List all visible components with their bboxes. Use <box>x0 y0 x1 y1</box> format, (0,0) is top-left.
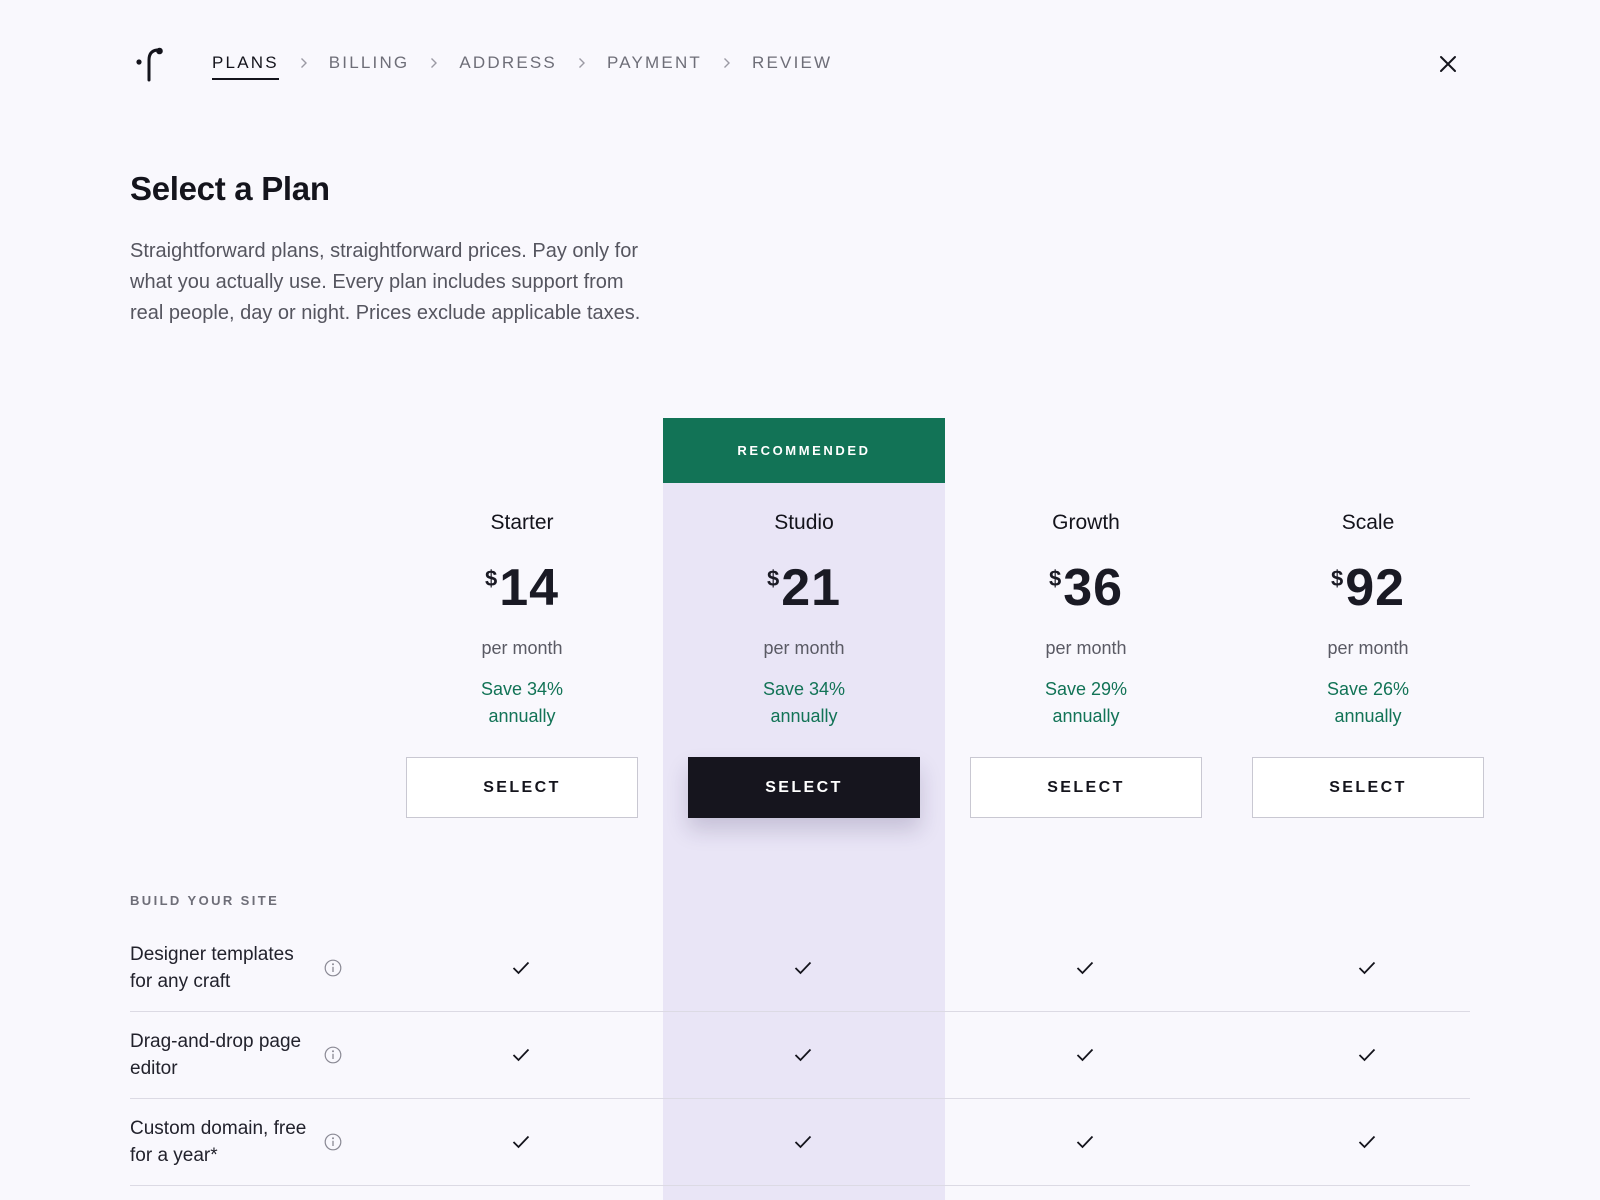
step-address[interactable]: ADDRESS <box>459 50 557 80</box>
billing-period: per month <box>481 638 563 658</box>
currency-symbol: $ <box>484 566 498 591</box>
annual-savings: Save 34% annually <box>480 679 564 726</box>
feature-row: Drag-and-drop page editor <box>130 1012 1470 1099</box>
check-icon <box>512 961 530 975</box>
feature-label: Custom domain, free for a year* <box>130 1118 307 1166</box>
currency-symbol: $ <box>1330 566 1344 591</box>
feature-label: Drag-and-drop page editor <box>130 1031 302 1079</box>
plan-price: $ 21 <box>663 560 945 616</box>
check-icon <box>1076 961 1094 975</box>
checkout-steps: PLANS BILLING ADDRESS PAYMENT REVIEW <box>212 50 832 80</box>
price-amount: 14 <box>499 559 560 617</box>
select-scale-button[interactable]: SELECT <box>1252 757 1484 818</box>
top-navigation: PLANS BILLING ADDRESS PAYMENT REVIEW <box>0 0 1600 128</box>
select-growth-button[interactable]: SELECT <box>970 757 1202 818</box>
brand-logo-icon[interactable] <box>134 44 166 84</box>
check-icon <box>794 1048 812 1062</box>
intro-text: Straightforward plans, straightforward p… <box>130 240 641 324</box>
plan-name: Studio <box>774 511 834 534</box>
step-payment[interactable]: PAYMENT <box>607 50 702 80</box>
step-plans[interactable]: PLANS <box>212 50 279 80</box>
plan-price: $ 14 <box>381 560 663 616</box>
feature-label: Designer templates for any craft <box>130 944 294 992</box>
plan-price: $ 92 <box>1227 560 1509 616</box>
check-icon <box>1076 1135 1094 1149</box>
info-icon[interactable] <box>324 1133 342 1151</box>
feature-section-label: BUILD YOUR SITE <box>130 893 280 908</box>
billing-period: per month <box>1045 638 1127 658</box>
plan-card-studio: Studio $ 21 per month Save 34% annually … <box>663 508 945 818</box>
page-title: Select a Plan <box>130 170 330 207</box>
check-icon <box>1358 1048 1376 1062</box>
step-review[interactable]: REVIEW <box>752 50 832 80</box>
feature-row: Designer templates for any craft <box>130 925 1470 1012</box>
chevron-right-icon <box>722 58 732 72</box>
check-icon <box>512 1135 530 1149</box>
price-amount: 21 <box>781 559 842 617</box>
chevron-right-icon <box>577 58 587 72</box>
close-icon[interactable] <box>1436 52 1460 76</box>
plan-card-growth: Growth $ 36 per month Save 29% annually … <box>945 508 1227 818</box>
plan-card-scale: Scale $ 92 per month Save 26% annually S… <box>1227 508 1509 818</box>
step-billing[interactable]: BILLING <box>329 50 410 80</box>
chevron-right-icon <box>299 58 309 72</box>
select-studio-button[interactable]: SELECT <box>688 757 920 818</box>
currency-symbol: $ <box>766 566 780 591</box>
info-icon[interactable] <box>324 1046 342 1064</box>
check-icon <box>1358 961 1376 975</box>
plan-name: Growth <box>1052 511 1120 534</box>
annual-savings: Save 34% annually <box>762 679 846 726</box>
price-amount: 92 <box>1345 559 1406 617</box>
select-starter-button[interactable]: SELECT <box>406 757 638 818</box>
plan-price: $ 36 <box>945 560 1227 616</box>
check-icon <box>794 961 812 975</box>
billing-period: per month <box>763 638 845 658</box>
plan-card-starter: Starter $ 14 per month Save 34% annually… <box>381 508 663 818</box>
price-amount: 36 <box>1063 559 1124 617</box>
chevron-right-icon <box>429 58 439 72</box>
recommended-badge: RECOMMENDED <box>663 418 945 483</box>
billing-period: per month <box>1327 638 1409 658</box>
annual-savings: Save 26% annually <box>1326 679 1410 726</box>
plan-name: Starter <box>490 511 554 534</box>
check-icon <box>1358 1135 1376 1149</box>
currency-symbol: $ <box>1048 566 1062 591</box>
annual-savings: Save 29% annually <box>1044 679 1128 726</box>
check-icon <box>794 1135 812 1149</box>
plan-name: Scale <box>1341 511 1395 534</box>
info-icon[interactable] <box>324 959 342 977</box>
feature-row: Custom domain, free for a year* <box>130 1099 1470 1186</box>
check-icon <box>1076 1048 1094 1062</box>
check-icon <box>512 1048 530 1062</box>
